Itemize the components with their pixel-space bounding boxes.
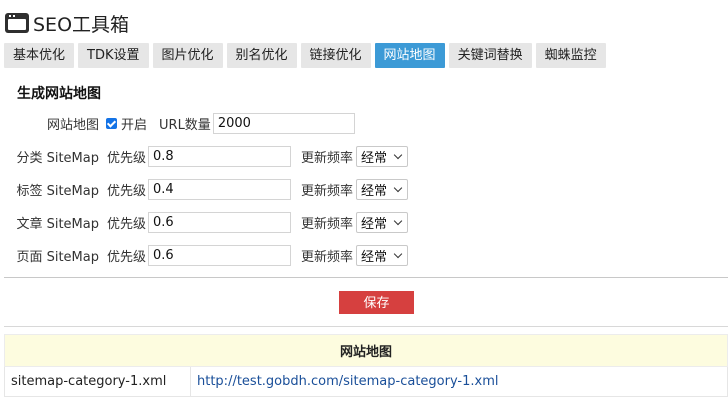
page-priority-label: 优先级 [107,249,147,265]
chevron-down-icon [393,184,403,194]
category-freq-select[interactable]: 经常 [356,145,409,167]
window-icon [5,13,29,33]
sitemap-enable-checkbox[interactable] [106,117,117,129]
page-freq-value: 经常 [361,249,388,265]
sitemap-label: 网站地图 [46,117,99,133]
table-row: sitemap-category-1.xml http://test.gobdh… [4,366,728,397]
category-sitemap-row: 分类 SiteMap 优先级 更新频率 经常 [0,145,409,167]
category-sitemap-label: 分类 SiteMap [16,150,99,166]
tag-sitemap-label: 标签 SiteMap [16,183,99,199]
category-priority-label: 优先级 [107,150,147,166]
tag-freq-select[interactable]: 经常 [356,178,409,200]
tag-priority-input[interactable] [148,178,292,200]
article-sitemap-row: 文章 SiteMap 优先级 更新频率 经常 [0,211,409,233]
tab-bar: 基本优化 TDK设置 图片优化 别名优化 链接优化 网站地图 关键词替换 蜘蛛监… [4,43,606,68]
tab-keyword-replace[interactable]: 关键词替换 [448,43,532,68]
sitemap-enable-label: 开启 [121,117,148,133]
tag-freq-value: 经常 [361,183,388,199]
tag-priority-label: 优先级 [107,183,147,199]
tab-alias[interactable]: 别名优化 [226,43,297,68]
url-count-input[interactable] [212,112,355,134]
table-header-row: 网站地图 [4,334,728,367]
tab-image[interactable]: 图片优化 [152,43,223,68]
article-priority-input[interactable] [148,211,292,233]
article-freq-value: 经常 [361,216,388,232]
chevron-down-icon [393,217,403,227]
category-freq-value: 经常 [361,150,388,166]
category-freq-label: 更新频率 [301,150,354,166]
section-title: 生成网站地图 [17,86,101,102]
tag-freq-label: 更新频率 [301,183,354,199]
category-priority-input[interactable] [148,145,292,167]
tab-basic[interactable]: 基本优化 [4,43,75,68]
page-priority-input[interactable] [148,244,292,266]
chevron-down-icon [393,151,403,161]
tab-tdk[interactable]: TDK设置 [78,43,149,68]
article-priority-label: 优先级 [107,216,147,232]
table-header: 网站地图 [4,334,728,367]
divider [4,326,728,327]
tab-spider-monitor[interactable]: 蜘蛛监控 [535,43,606,68]
sitemap-file-cell: sitemap-category-1.xml [4,366,191,397]
page-freq-label: 更新频率 [301,249,354,265]
tab-link[interactable]: 链接优化 [300,43,371,68]
sitemap-table: 网站地图 sitemap-category-1.xml http://test.… [4,334,728,397]
article-sitemap-label: 文章 SiteMap [16,216,99,232]
divider [4,277,728,278]
page-sitemap-row: 页面 SiteMap 优先级 更新频率 经常 [0,244,409,266]
url-count-label: URL数量 [159,117,211,133]
tag-sitemap-row: 标签 SiteMap 优先级 更新频率 经常 [0,178,409,200]
article-freq-select[interactable]: 经常 [356,211,409,233]
page-title: SEO工具箱 [33,13,130,36]
article-freq-label: 更新频率 [301,216,354,232]
sitemap-url-link[interactable]: http://test.gobdh.com/sitemap-category-1… [190,366,728,397]
save-button[interactable]: 保存 [339,291,414,314]
page-freq-select[interactable]: 经常 [356,244,409,266]
sitemap-enable-row: 网站地图 开启 URL数量 [0,112,355,134]
tab-sitemap[interactable]: 网站地图 [374,43,445,68]
app-header: SEO工具箱 [5,8,129,38]
chevron-down-icon [393,250,403,260]
page-sitemap-label: 页面 SiteMap [16,249,99,265]
